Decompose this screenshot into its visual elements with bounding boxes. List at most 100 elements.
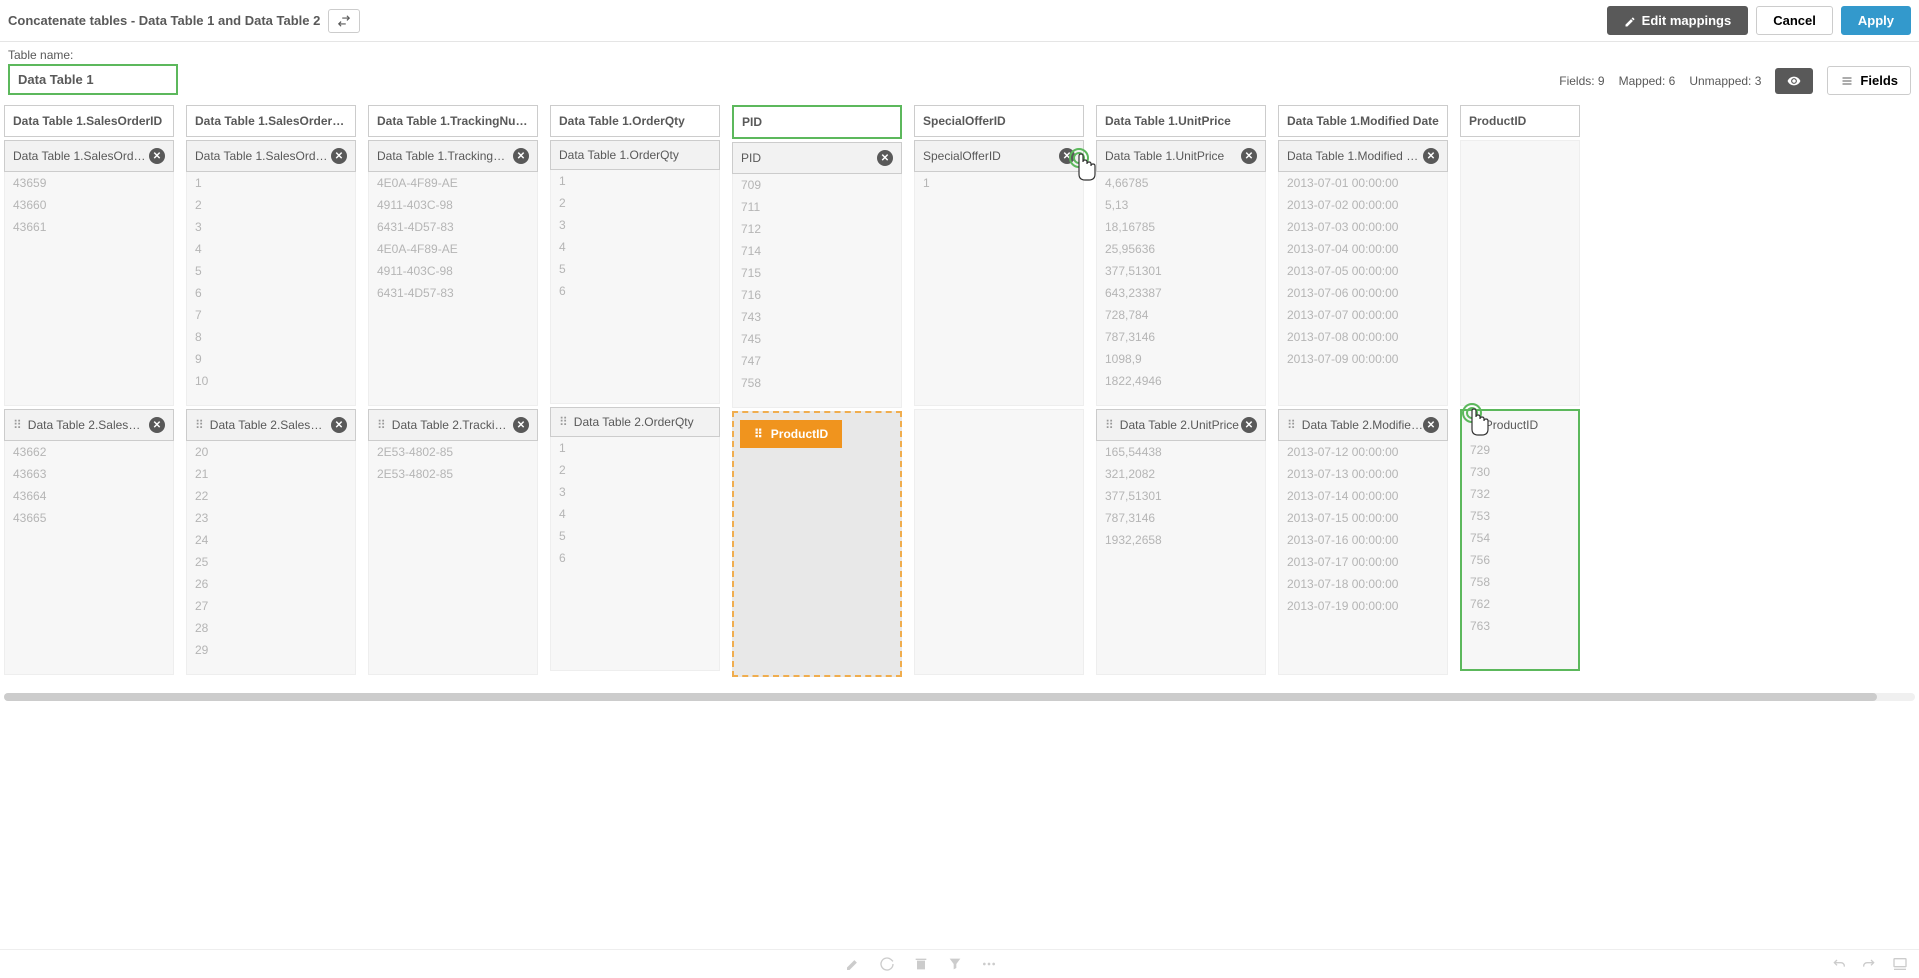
column: Data Table 1.SalesOrderID✕43659436604366… xyxy=(4,105,174,677)
top-bar: Concatenate tables - Data Table 1 and Da… xyxy=(0,0,1919,42)
data-row: 43664 xyxy=(5,485,173,507)
unmapped-field-block[interactable]: ⠿ProductID729730732753754756758762763 xyxy=(1460,409,1580,671)
data-preview-list: 123456 xyxy=(550,170,720,404)
remove-mapping-icon[interactable]: ✕ xyxy=(513,148,529,164)
drag-handle-icon[interactable]: ⠿ xyxy=(559,415,568,429)
remove-mapping-icon[interactable]: ✕ xyxy=(1423,148,1439,164)
column-header-input[interactable] xyxy=(4,105,174,137)
drag-handle-icon[interactable]: ⠿ xyxy=(1470,418,1479,432)
mapped-field-row[interactable]: Data Table 1.SalesOrderD...✕ xyxy=(186,140,356,172)
preview-toggle-button[interactable] xyxy=(1775,68,1813,94)
data-row: 2 xyxy=(551,192,719,214)
column-header-input[interactable] xyxy=(914,105,1084,137)
drag-handle-icon[interactable]: ⠿ xyxy=(195,418,204,432)
data-row: 747 xyxy=(733,350,901,372)
data-row: 2013-07-07 00:00:00 xyxy=(1279,304,1447,326)
mapped-field-label: SpecialOfferID xyxy=(923,149,1059,163)
empty-mapping-slot[interactable] xyxy=(914,409,1084,675)
column-header-input[interactable] xyxy=(1278,105,1448,137)
data-row: 6 xyxy=(551,280,719,302)
horizontal-scrollbar[interactable] xyxy=(4,693,1915,701)
monitor-icon[interactable] xyxy=(1891,956,1909,972)
data-row: 1 xyxy=(187,172,355,194)
edit-mappings-button[interactable]: Edit mappings xyxy=(1607,6,1749,35)
data-row: 753 xyxy=(1462,505,1578,527)
data-row: 26 xyxy=(187,573,355,595)
data-preview-list: 123456 xyxy=(550,437,720,671)
column-header-input[interactable] xyxy=(550,105,720,137)
column-header-input[interactable] xyxy=(1460,105,1580,137)
data-row: 1822,4946 xyxy=(1097,370,1265,392)
data-preview-list: 4E0A-4F89-AE4911-403C-986431-4D57-834E0A… xyxy=(368,172,538,406)
remove-mapping-icon[interactable]: ✕ xyxy=(1423,417,1439,433)
cancel-button[interactable]: Cancel xyxy=(1756,6,1833,35)
edit-mappings-label: Edit mappings xyxy=(1642,13,1732,28)
remove-mapping-icon[interactable]: ✕ xyxy=(1241,417,1257,433)
drag-handle-icon[interactable]: ⠿ xyxy=(377,418,386,432)
data-row: 2013-07-01 00:00:00 xyxy=(1279,172,1447,194)
fields-button[interactable]: Fields xyxy=(1827,66,1911,95)
swap-button[interactable] xyxy=(328,9,360,33)
mapped-field-row[interactable]: ⠿Data Table 2.OrderQty xyxy=(550,407,720,437)
data-row: 6431-4D57-83 xyxy=(369,216,537,238)
redo-icon[interactable] xyxy=(1861,956,1877,972)
drag-handle-icon[interactable]: ⠿ xyxy=(1287,418,1296,432)
mapped-field-row[interactable]: SpecialOfferID✕ xyxy=(914,140,1084,172)
data-row: 2013-07-16 00:00:00 xyxy=(1279,529,1447,551)
unmapped-field-row[interactable]: ⠿ProductID xyxy=(1462,411,1578,439)
column-header-input[interactable] xyxy=(186,105,356,137)
data-row: 763 xyxy=(1462,615,1578,637)
data-row: 1 xyxy=(915,172,1083,194)
mapped-field-row[interactable]: ⠿Data Table 2.SalesOrd...✕ xyxy=(4,409,174,441)
mapped-field-row[interactable]: Data Table 1.UnitPrice✕ xyxy=(1096,140,1266,172)
delete-icon[interactable] xyxy=(913,956,929,972)
data-row: 321,2082 xyxy=(1097,463,1265,485)
refresh-icon[interactable] xyxy=(879,956,895,972)
mapped-field-label: Data Table 1.TrackingNum... xyxy=(377,149,513,163)
mapped-field-row[interactable]: Data Table 1.OrderQty xyxy=(550,140,720,170)
column-header-input[interactable] xyxy=(732,105,902,139)
data-row: 25 xyxy=(187,551,355,573)
column-header-input[interactable] xyxy=(368,105,538,137)
column: Data Table 1.Modified Date✕2013-07-01 00… xyxy=(1278,105,1448,677)
data-row: 5,13 xyxy=(1097,194,1265,216)
remove-mapping-icon[interactable]: ✕ xyxy=(877,150,893,166)
data-row: 25,95636 xyxy=(1097,238,1265,260)
mapped-field-row[interactable]: ⠿Data Table 2.Modified ...✕ xyxy=(1278,409,1448,441)
remove-mapping-icon[interactable]: ✕ xyxy=(1241,148,1257,164)
mapped-field-row[interactable]: Data Table 1.SalesOrderID✕ xyxy=(4,140,174,172)
drag-handle-icon[interactable]: ⠿ xyxy=(13,418,22,432)
remove-mapping-icon[interactable]: ✕ xyxy=(513,417,529,433)
filter-icon[interactable] xyxy=(947,956,963,972)
data-row: 5 xyxy=(551,525,719,547)
data-preview-list: 436594366043661 xyxy=(4,172,174,406)
mapped-field-row[interactable]: ⠿Data Table 2.UnitPrice✕ xyxy=(1096,409,1266,441)
remove-mapping-icon[interactable]: ✕ xyxy=(149,417,165,433)
mapped-field-row[interactable]: Data Table 1.Modified Date✕ xyxy=(1278,140,1448,172)
column-header-input[interactable] xyxy=(1096,105,1266,137)
remove-mapping-icon[interactable]: ✕ xyxy=(149,148,165,164)
remove-mapping-icon[interactable]: ✕ xyxy=(331,417,347,433)
mapped-field-row[interactable]: ⠿Data Table 2.Tracking...✕ xyxy=(368,409,538,441)
drop-zone[interactable] xyxy=(732,411,902,677)
data-row: 29 xyxy=(187,639,355,661)
edit-icon[interactable] xyxy=(845,956,861,972)
column: Data Table 1.UnitPrice✕4,667855,1318,167… xyxy=(1096,105,1266,677)
data-row: 728,784 xyxy=(1097,304,1265,326)
drag-handle-icon[interactable]: ⠿ xyxy=(1105,418,1114,432)
remove-mapping-icon[interactable]: ✕ xyxy=(1059,148,1075,164)
data-row: 27 xyxy=(187,595,355,617)
drag-chip[interactable]: ⠿ ProductID xyxy=(740,420,842,448)
data-row: 732 xyxy=(1462,483,1578,505)
mapped-field-row[interactable]: Data Table 1.TrackingNum...✕ xyxy=(368,140,538,172)
apply-button[interactable]: Apply xyxy=(1841,6,1911,35)
data-row: 4 xyxy=(551,503,719,525)
table-name-input[interactable] xyxy=(8,64,178,95)
mapped-field-row[interactable]: ⠿Data Table 2.SalesOrd...✕ xyxy=(186,409,356,441)
mapped-field-label: Data Table 1.SalesOrderID xyxy=(13,149,149,163)
mapped-field-row[interactable]: PID✕ xyxy=(732,142,902,174)
remove-mapping-icon[interactable]: ✕ xyxy=(331,148,347,164)
undo-icon[interactable] xyxy=(1831,956,1847,972)
more-icon[interactable] xyxy=(981,956,997,972)
data-row: 43663 xyxy=(5,463,173,485)
